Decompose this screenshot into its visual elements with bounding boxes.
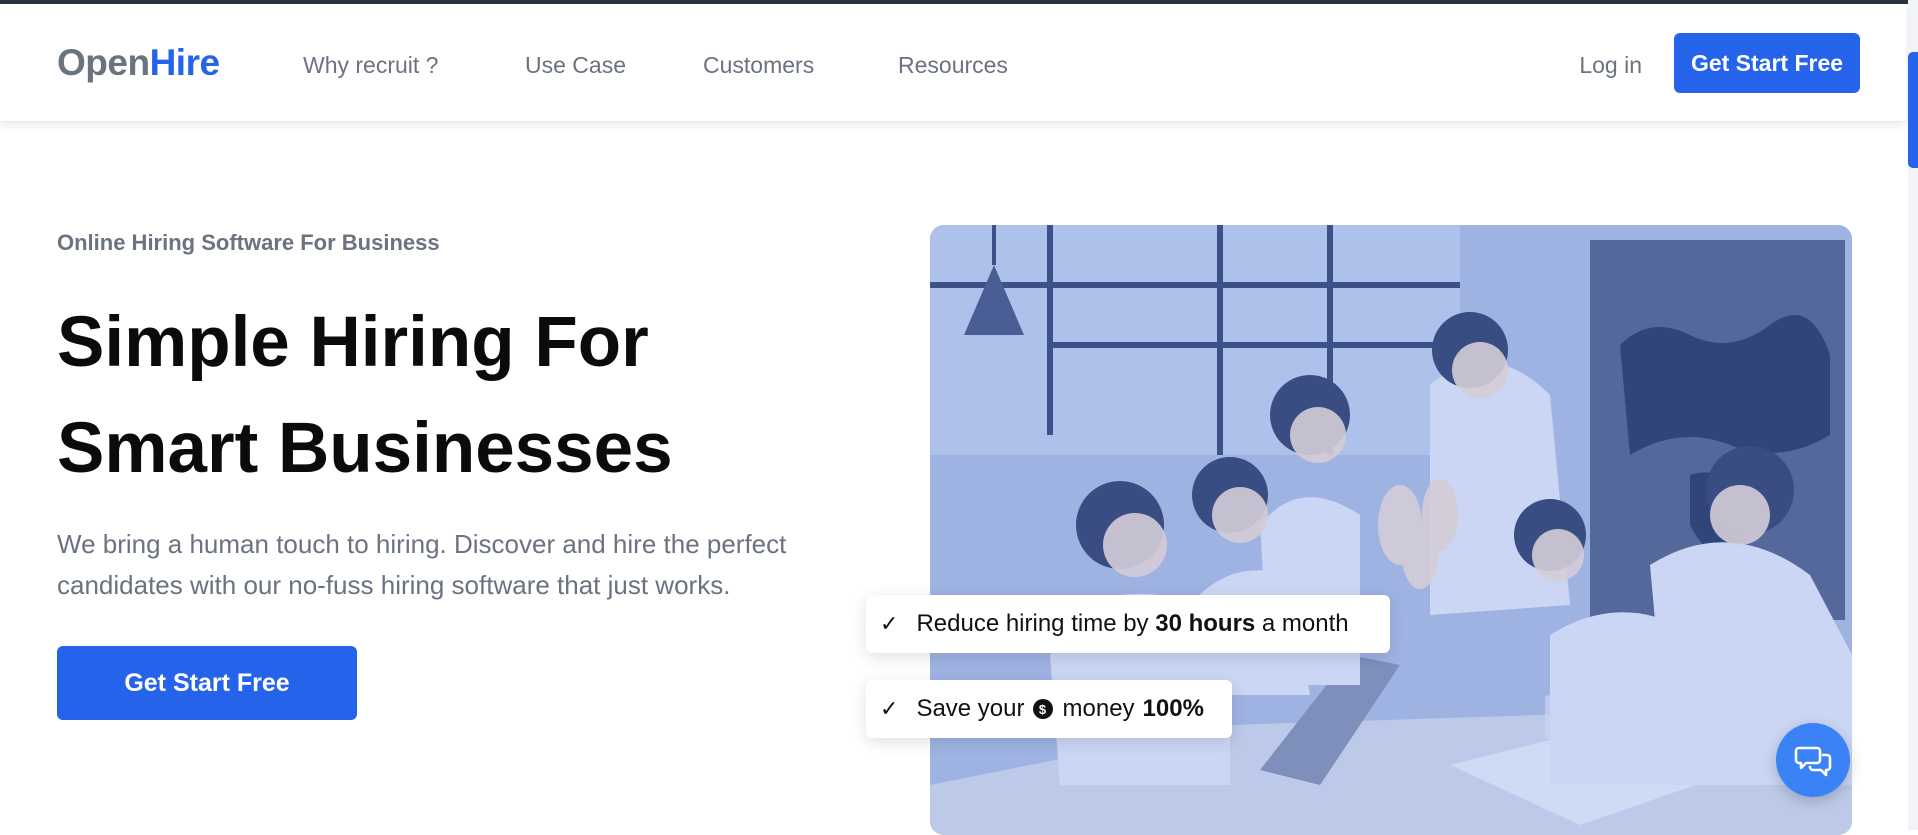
check-icon: ✓: [880, 696, 899, 721]
chat-bubbles-icon: [1794, 746, 1832, 777]
badge-1-prefix: Reduce hiring time by: [916, 610, 1156, 637]
nav-link-customers[interactable]: Customers: [703, 52, 814, 79]
hero-subtext: We bring a human touch to hiring. Discov…: [57, 529, 787, 600]
check-icon: ✓: [880, 611, 899, 636]
chat-widget-button[interactable]: [1776, 723, 1850, 797]
scrollbar-thumb[interactable]: [1908, 52, 1918, 168]
benefit-badge-save-money: ✓ Save your $ money 100%: [866, 680, 1232, 738]
badge-1-suffix: a month: [1255, 610, 1349, 637]
logo-text-hire: Hire: [149, 42, 220, 83]
dollar-icon: $: [1032, 699, 1053, 719]
team-high-five-photo: [930, 225, 1852, 835]
nav-link-use-case[interactable]: Use Case: [525, 52, 626, 79]
nav-link-why-recruit[interactable]: Why recruit ?: [303, 52, 438, 79]
hero-headline: Simple Hiring For Smart Businesses: [57, 290, 673, 502]
get-start-free-hero-button[interactable]: Get Start Free: [57, 646, 357, 720]
benefit-text-hiring-time: Reduce hiring time by 30 hours a month: [916, 610, 1348, 638]
hero-headline-line1: Simple Hiring For: [57, 303, 649, 382]
top-navbar: OpenHire Why recruit ? Use Case Customer…: [0, 4, 1906, 122]
badge-1-highlight: 30 hours: [1155, 610, 1256, 637]
benefit-badge-hiring-time: ✓ Reduce hiring time by 30 hours a month: [866, 595, 1390, 653]
hero-eyebrow: Online Hiring Software For Business: [57, 230, 440, 255]
hero-headline-line2: Smart Businesses: [57, 409, 673, 488]
badge-2-highlight: 100%: [1142, 695, 1204, 722]
openhire-logo[interactable]: OpenHire: [57, 42, 220, 84]
logo-text-open: Open: [57, 42, 150, 83]
badge-2-mid: money: [1062, 695, 1135, 722]
badge-2-prefix: Save your: [916, 695, 1025, 722]
get-start-free-nav-button[interactable]: Get Start Free: [1674, 33, 1860, 93]
nav-link-resources[interactable]: Resources: [898, 52, 1008, 79]
login-link[interactable]: Log in: [1579, 52, 1642, 79]
